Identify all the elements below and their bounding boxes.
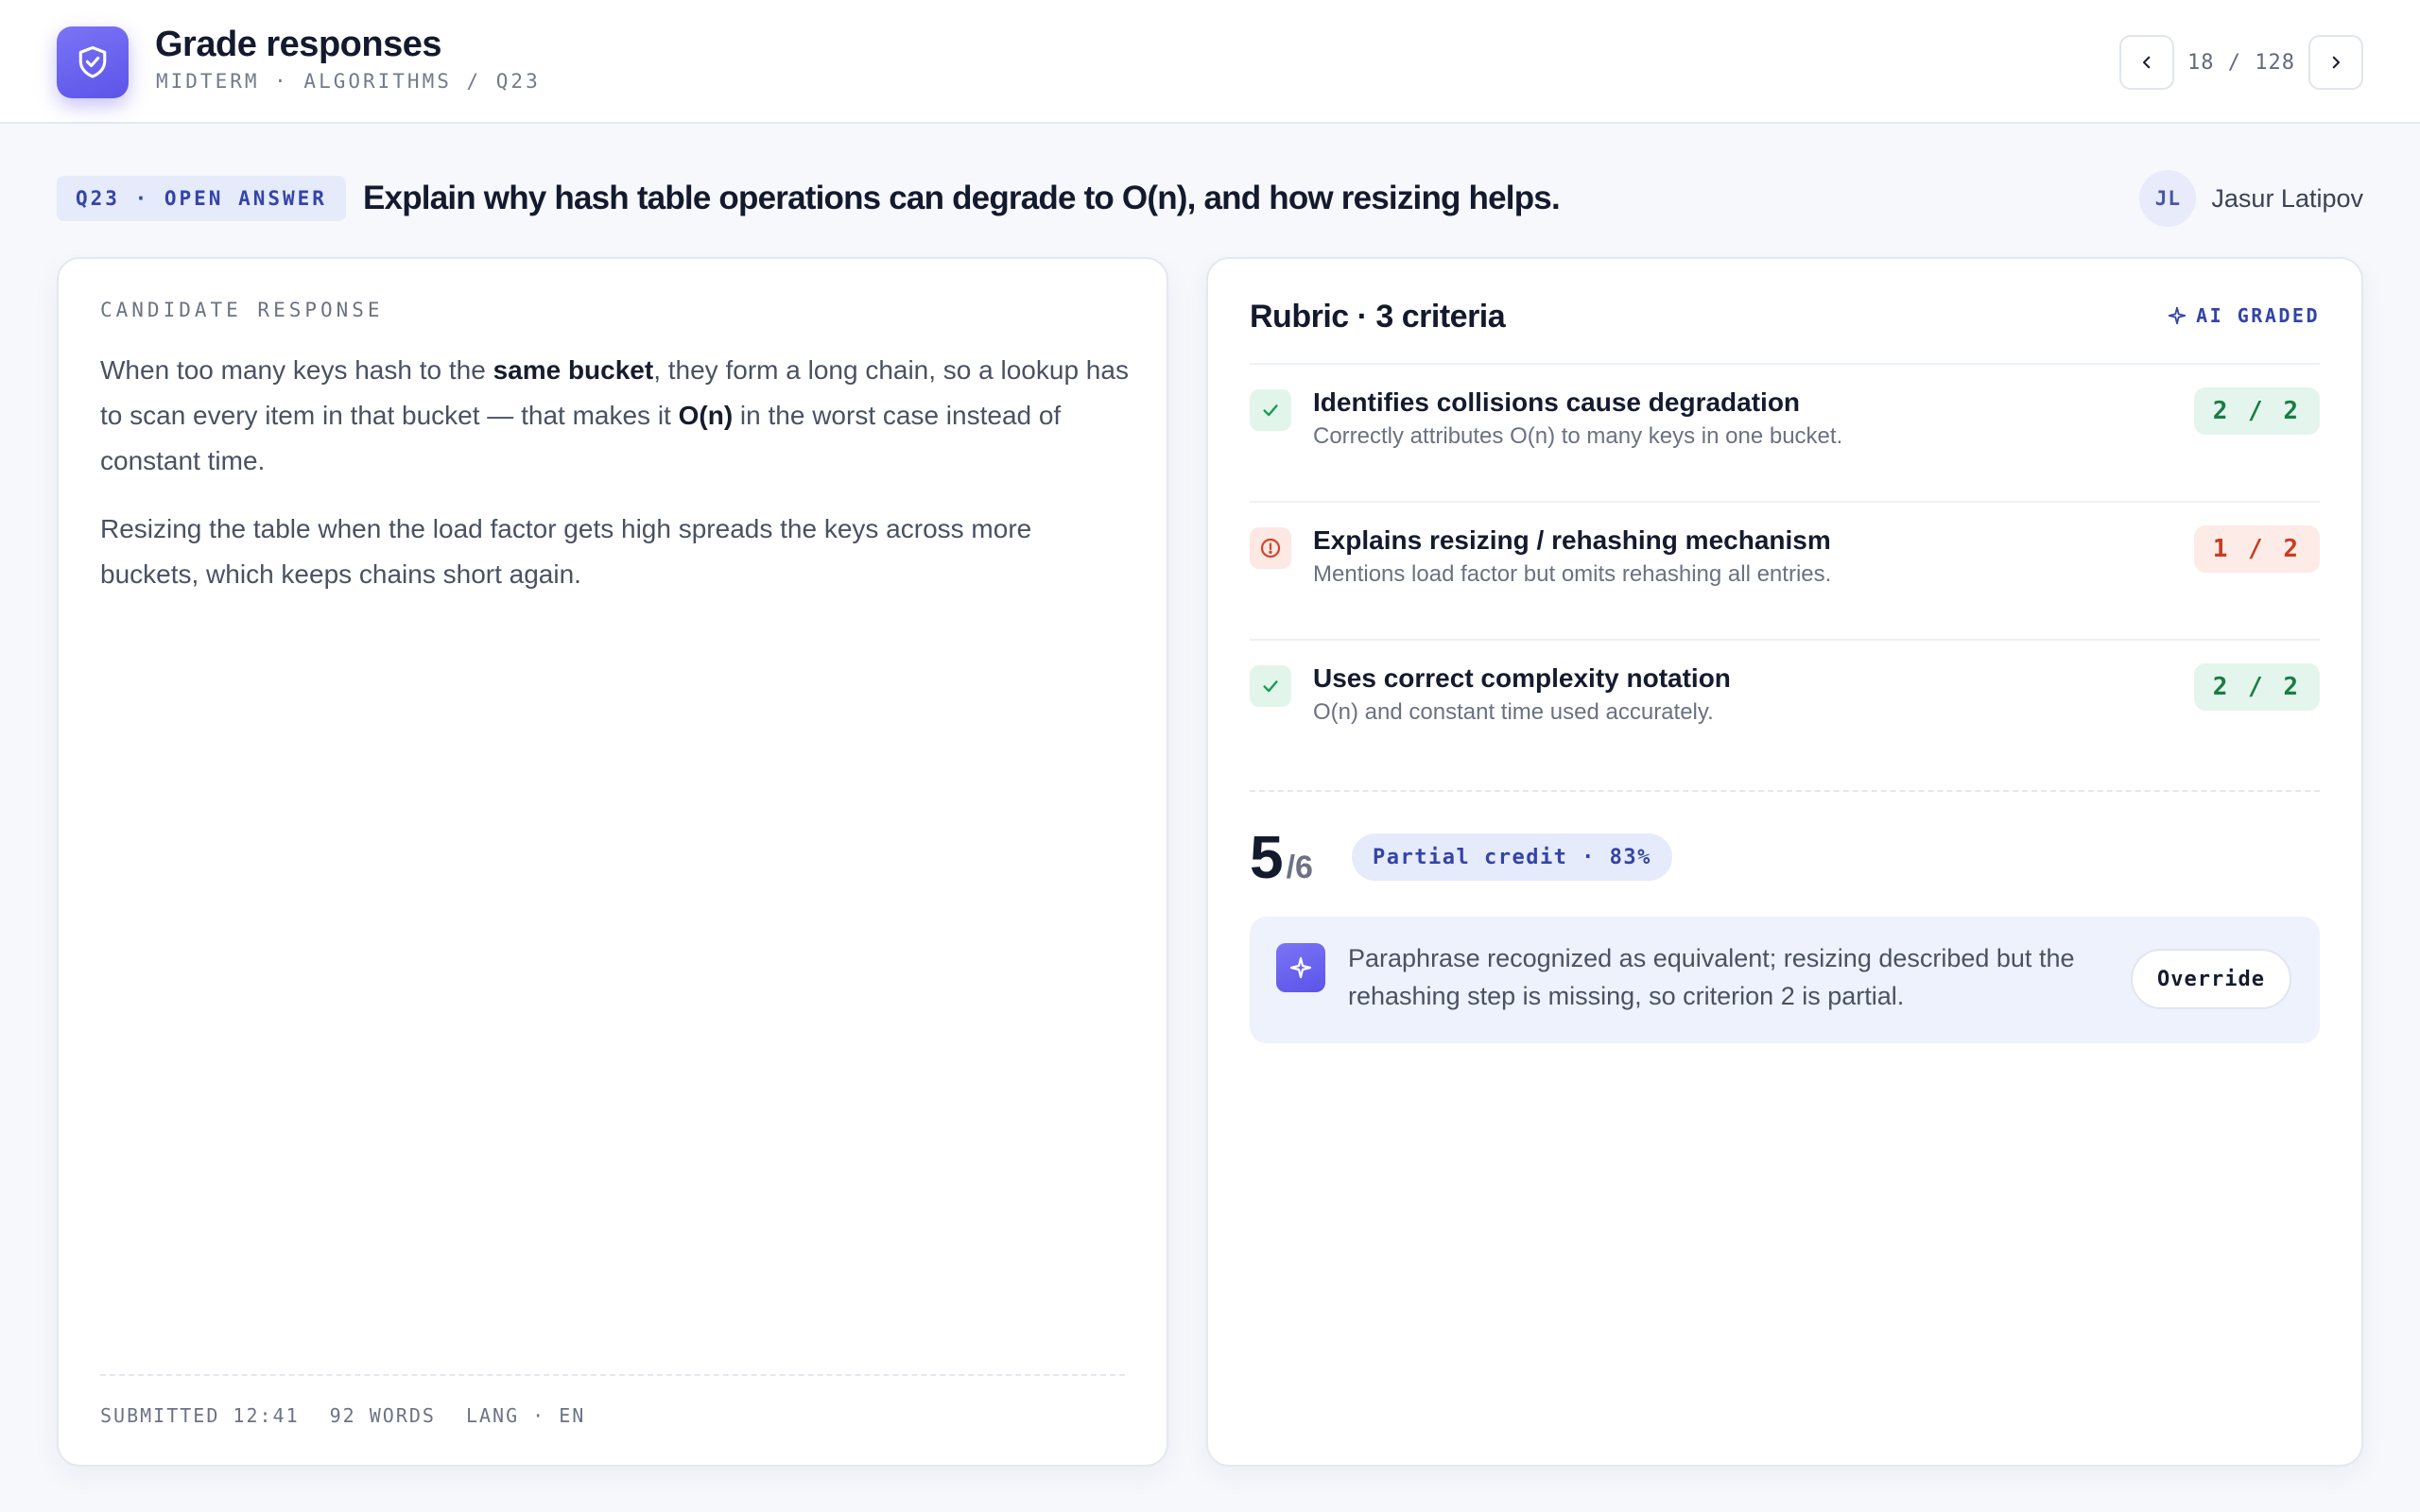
submission-meta: SUBMITTED 12:41 92 WORDS LANG · EN [100,1404,585,1427]
divider [1250,790,2320,792]
criterion-description: O(n) and constant time used accurately. [1313,699,1714,725]
ai-feedback-note: Paraphrase recognized as equivalent; res… [1250,917,2320,1043]
breadcrumb: MIDTERM · ALGORITHMS / Q23 [156,70,541,93]
pager-position: 18 / 128 [2187,50,2295,75]
criterion-score: 2 / 2 [2193,387,2320,435]
criterion-row[interactable]: Uses correct complexity notation O(n) an… [1250,639,2320,777]
shield-logo-icon [57,26,129,98]
criterion-description: Correctly attributes O(n) to many keys i… [1313,423,1843,449]
chevron-left-icon [2142,56,2151,69]
previous-button[interactable] [2119,35,2175,90]
ai-graded-label: AI GRADED [2196,304,2320,327]
check-icon [1250,665,1291,707]
ai-graded-badge: AI GRADED [2168,304,2320,327]
page-title: Grade responses [155,25,441,64]
question-text: Explain why hash table operations can de… [363,180,1561,216]
credit-badge: Partial credit · 83% [1352,833,1672,881]
response-card: CANDIDATE RESPONSE When too many keys ha… [57,257,1168,1467]
response-paragraph-2: Resizing the table when the load factor … [100,514,1032,589]
response-paragraph-1: When too many keys hash to the same buck… [100,348,1131,484]
total-score: 5 /6 [1250,822,1313,892]
total-score-value: 5 [1250,823,1284,891]
question-tag: Q23 · OPEN ANSWER [57,176,346,221]
criterion-name: Uses correct complexity notation [1313,663,1731,693]
criterion-name: Identifies collisions cause degradation [1313,387,1801,417]
section-label: CANDIDATE RESPONSE [100,299,384,321]
response-emphasis: same bucket [493,355,654,385]
pager: 18 / 128 [2119,35,2363,90]
top-bar: Grade responses MIDTERM · ALGORITHMS / Q… [0,0,2420,124]
criterion-score: 2 / 2 [2193,663,2320,711]
next-button[interactable] [2308,35,2363,90]
check-icon [1250,389,1291,431]
student-info: JL Jasur Latipov [2139,170,2363,227]
response-emphasis: O(n) [678,401,734,430]
submitted-time: SUBMITTED 12:41 [100,1404,300,1427]
chevron-right-icon [2332,56,2341,69]
criterion-row[interactable]: Explains resizing / rehashing mechanism … [1250,501,2320,639]
criterion-description: Mentions load factor but omits rehashing… [1313,561,1832,587]
criterion-row[interactable]: Identifies collisions cause degradation … [1250,363,2320,501]
sparkle-icon [2168,306,2187,325]
avatar: JL [2139,170,2197,227]
word-count: 92 WORDS [329,1404,436,1427]
total-score-max: /6 [1286,850,1313,885]
sparkle-icon [1276,943,1325,992]
override-button[interactable]: Override [2131,949,2291,1009]
divider [100,1374,1125,1376]
criterion-score: 1 / 2 [2193,525,2320,573]
ai-feedback-text: Paraphrase recognized as equivalent; res… [1348,944,2075,1010]
response-text: When too many keys hash to the [100,355,493,385]
criterion-name: Explains resizing / rehashing mechanism [1313,525,1831,555]
alert-circle-icon [1250,527,1291,569]
rubric-card: Rubric · 3 criteria AI GRADED Identifies… [1206,257,2363,1467]
rubric-title: Rubric · 3 criteria [1250,299,1506,335]
language: LANG · EN [465,1404,586,1427]
student-name: Jasur Latipov [2211,183,2363,213]
